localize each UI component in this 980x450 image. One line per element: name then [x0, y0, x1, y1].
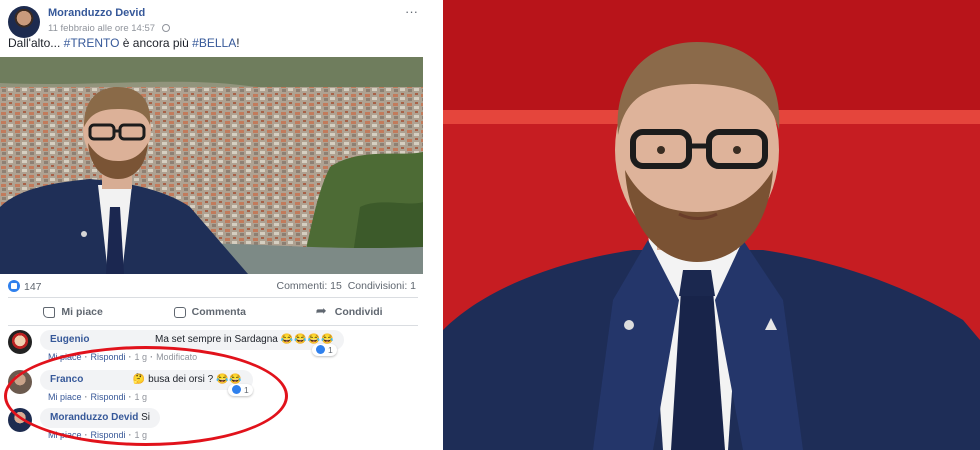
post-meta: 11 febbraio alle ore 14:57	[48, 23, 170, 34]
comment-time[interactable]: 1 g	[135, 430, 148, 440]
comment-reaction-badge[interactable]: 1	[228, 384, 253, 396]
comment-reaction-badge[interactable]: 1	[312, 344, 337, 356]
comment-reply-link[interactable]: Rispondi	[91, 430, 126, 440]
commenter-name[interactable]: Franco	[50, 374, 83, 385]
comment-bubble: Eugenio Ma set sempre in Sardagna 😂😂😂😂	[40, 330, 345, 350]
comment-button-label: Commenta	[191, 306, 246, 318]
commenter-name[interactable]: Eugenio	[50, 334, 89, 345]
thinking-emoji-icon: 🤔	[132, 374, 146, 385]
comment-footer: Mi piace · Rispondi · 1 g	[48, 430, 148, 440]
post-header: Moranduzzo Devid 11 febbraio alle ore 14…	[8, 4, 422, 38]
share-button[interactable]: Condividi	[316, 302, 383, 322]
city-panorama-image	[0, 57, 423, 274]
share-arrow-icon	[316, 303, 329, 319]
comment-like-link[interactable]: Mi piace	[48, 352, 82, 362]
like-button-label: Mi piace	[61, 306, 103, 318]
post-photo[interactable]	[0, 57, 423, 274]
comment-reply-link[interactable]: Rispondi	[91, 352, 126, 362]
thumbs-up-icon	[43, 306, 56, 318]
comment-like-link[interactable]: Mi piace	[48, 430, 82, 440]
portrait-image	[443, 0, 980, 450]
post-text: Dall'alto... #TRENTO è ancora più #BELLA…	[8, 36, 240, 50]
engagement-counts: Commenti: 15 Condivisioni: 1	[277, 280, 417, 292]
comments-count[interactable]: Commenti: 15	[277, 280, 342, 292]
commenter-avatar[interactable]	[8, 408, 32, 432]
author-avatar[interactable]	[8, 6, 40, 38]
reactions-count[interactable]: 147	[24, 281, 42, 293]
comment-reaction-count: 1	[244, 385, 249, 395]
divider	[8, 297, 418, 298]
comment-reply-link[interactable]: Rispondi	[91, 392, 126, 402]
comment-edited-label[interactable]: Modificato	[156, 352, 197, 362]
like-button[interactable]: Mi piace	[43, 302, 103, 322]
speech-bubble-icon	[173, 306, 186, 318]
comment-bubble: Moranduzzo Devid Si	[40, 408, 161, 428]
facebook-post: Moranduzzo Devid 11 febbraio alle ore 14…	[0, 0, 430, 450]
comment-time[interactable]: 1 g	[135, 392, 148, 402]
like-reaction-icon	[232, 385, 241, 394]
comment-bubble: Franco 🤔 busa dei orsi ? 😂😂	[40, 370, 253, 390]
post-text-part: !	[236, 36, 240, 50]
comment-button[interactable]: Commenta	[173, 302, 246, 322]
comment-text: Si	[141, 412, 151, 423]
commenter-avatar[interactable]	[8, 370, 32, 394]
commenter-name[interactable]: Moranduzzo Devid	[50, 412, 138, 423]
comment-footer: Mi piace · Rispondi · 1 g · Modificato	[48, 352, 198, 362]
post-timestamp[interactable]: 11 febbraio alle ore 14:57	[48, 23, 155, 34]
divider	[8, 325, 418, 326]
comment-text: busa dei orsi ?	[148, 374, 214, 385]
comment-reaction-count: 1	[328, 345, 333, 355]
globe-icon	[161, 24, 170, 32]
comment-footer: Mi piace · Rispondi · 1 g	[48, 392, 148, 402]
reactions-summary: 147 Commenti: 15 Condivisioni: 1	[8, 280, 416, 294]
hashtag-trento[interactable]: #TRENTO	[64, 36, 120, 50]
more-options-icon[interactable]: ···	[405, 4, 418, 19]
comment-text: Ma set sempre in Sardagna	[155, 334, 278, 345]
post-text-part: Dall'alto...	[8, 36, 64, 50]
hashtag-bella[interactable]: #BELLA	[192, 36, 236, 50]
comment-time[interactable]: 1 g	[135, 352, 148, 362]
commenter-avatar[interactable]	[8, 330, 32, 354]
shares-count[interactable]: Condivisioni: 1	[348, 280, 416, 292]
post-text-part: è ancora più	[119, 36, 193, 50]
comment-like-link[interactable]: Mi piace	[48, 392, 82, 402]
like-reaction-icon	[316, 345, 325, 354]
share-button-label: Condividi	[334, 306, 383, 318]
post-author-name[interactable]: Moranduzzo Devid	[48, 7, 145, 19]
like-reaction-icon	[8, 280, 20, 292]
portrait-photo	[443, 0, 980, 450]
post-actions: Mi piace Commenta Condividi	[8, 302, 418, 322]
